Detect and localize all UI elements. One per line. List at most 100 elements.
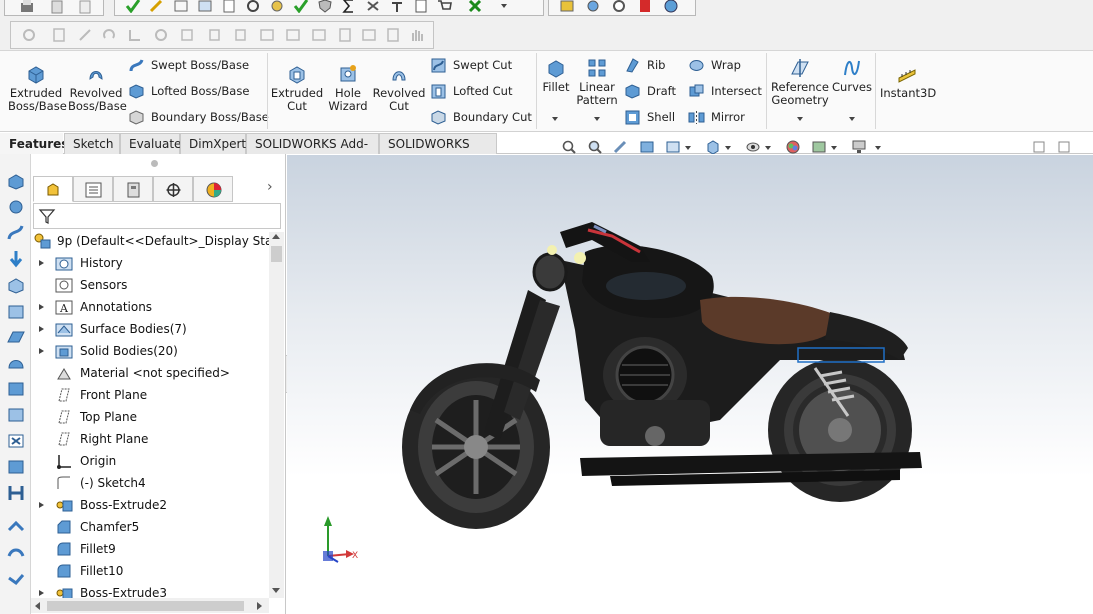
hole-shortcut-icon[interactable] [6,302,26,320]
tab-solidworks-mbd[interactable]: SOLIDWORKS MBD [379,133,497,171]
dynamic-annotation-icon[interactable] [665,140,681,154]
plane-shortcut-icon[interactable] [6,328,26,346]
rotate-icon[interactable] [101,28,117,42]
revolved-cut-button[interactable]: Revolved Cut [372,63,426,113]
scroll-up-arrow-icon[interactable] [272,234,280,239]
view-settings-icon[interactable] [851,140,867,154]
propertymanager-tab[interactable] [73,176,113,202]
apply-scene-icon[interactable] [811,140,827,154]
print-icon[interactable] [19,0,35,14]
hide-show-caret-icon[interactable] [765,146,771,150]
check-shield-icon[interactable] [293,0,309,13]
paint-icon[interactable] [585,0,601,13]
filter-icon[interactable] [38,208,56,225]
sketch-tool-icon[interactable] [173,0,189,13]
document-icon[interactable] [221,0,237,13]
move-icon[interactable] [77,28,93,42]
lofted-boss-base-button[interactable]: Lofted Boss/Base [128,82,249,100]
instant3d-button[interactable]: Instant3D [880,63,936,100]
wand-icon[interactable] [149,0,165,13]
expand-arrow-icon[interactable] [39,260,44,266]
wrap-button[interactable]: Wrap [688,56,741,74]
sweep-shortcut-icon[interactable] [6,224,26,242]
flex-shortcut-icon[interactable] [6,484,26,502]
group-icon[interactable] [311,28,327,42]
headlight[interactable] [532,252,568,292]
graphics-area[interactable]: X [287,155,1093,614]
cart-icon[interactable] [437,0,453,13]
revolved-boss-base-button[interactable]: Revolved Boss/Base [68,63,127,113]
dome-shortcut-icon[interactable] [6,354,26,372]
hide-icon[interactable] [285,28,301,42]
scroll-right-arrow-icon[interactable] [257,602,262,610]
view-settings-caret-icon[interactable] [875,146,881,150]
tree-icon[interactable] [127,28,143,42]
expand-arrow-icon[interactable] [39,590,44,596]
cut-shortcut-icon[interactable] [6,276,26,294]
fillet-button[interactable]: Fillet [538,57,574,94]
reference-geometry-button[interactable]: Reference Geometry [770,57,830,107]
reference-icon[interactable] [21,28,37,42]
apply-scene-caret-icon[interactable] [831,146,837,150]
view-orientation-caret-icon[interactable] [685,146,691,150]
flag-icon[interactable] [637,0,653,13]
mirror-button[interactable]: Mirror [688,108,745,126]
boundary-boss-base-button[interactable]: Boundary Boss/Base [128,108,269,126]
linear-pattern-button[interactable]: Linear Pattern [574,57,620,107]
section-view-icon[interactable] [639,140,655,154]
fillet-shortcut-icon[interactable] [6,380,26,398]
edit-appearance-icon[interactable] [785,140,801,154]
configurationmanager-tab[interactable] [113,176,153,202]
deform-shortcut-icon[interactable] [6,570,26,588]
motorcycle-model[interactable]: X [287,155,1093,614]
frame-icon[interactable] [259,28,275,42]
horizontal-scroll-thumb[interactable] [47,601,244,611]
tab-solidworks-add-ins[interactable]: SOLIDWORKS Add-Ins [246,133,379,171]
draft-button[interactable]: Draft [624,82,676,100]
panel-grip-icon[interactable] [151,160,158,167]
globe-icon[interactable] [663,0,679,13]
extrude-shortcut-icon[interactable] [6,172,26,190]
hand-icon[interactable] [409,28,425,42]
checkmark-icon[interactable] [125,0,141,13]
puzzle-icon[interactable] [559,0,575,13]
tab-evaluate[interactable]: Evaluate [120,133,181,154]
combine-shortcut-icon[interactable] [6,432,26,450]
dimxpertmanager-tab[interactable] [153,176,193,202]
split-shortcut-icon[interactable] [6,458,26,476]
tab-features[interactable]: Features [0,133,68,154]
library-icon[interactable] [361,28,377,42]
display-style-caret-icon[interactable] [725,146,731,150]
minimize-window-icon[interactable] [1058,141,1070,153]
scroll-left-arrow-icon[interactable] [35,602,40,610]
paste-icon[interactable] [233,28,249,42]
zoom-to-fit-icon[interactable] [561,140,577,154]
tree-vertical-scrollbar[interactable] [269,232,284,598]
sum-icon[interactable] [341,0,357,13]
shield-icon[interactable] [317,0,333,13]
measure-icon[interactable] [197,0,213,13]
linear-pattern-dropdown-caret-icon[interactable] [594,117,600,121]
report-icon[interactable] [413,0,429,13]
curves-button[interactable]: Curves [832,57,872,94]
displaymanager-tab[interactable] [193,176,233,202]
swept-cut-button[interactable]: Swept Cut [430,56,512,74]
expand-arrow-icon[interactable] [39,326,44,332]
lofted-cut-button[interactable]: Lofted Cut [430,82,512,100]
filter-bar[interactable] [33,203,281,229]
rib-button[interactable]: Rib [624,56,666,74]
shell-button[interactable]: Shell [624,108,675,126]
expand-arrow-icon[interactable] [39,348,44,354]
undo-icon[interactable] [49,0,65,14]
fillet-dropdown-caret-icon[interactable] [552,117,558,121]
copy-icon[interactable] [207,28,223,42]
cross-icon[interactable] [467,0,483,13]
revolve-shortcut-icon[interactable] [6,198,26,216]
display-style-icon[interactable] [705,140,721,154]
boundary-cut-button[interactable]: Boundary Cut [430,108,532,126]
loft-shortcut-icon[interactable] [6,250,26,268]
move-body-shortcut-icon[interactable] [6,518,26,536]
restore-window-icon[interactable] [1033,141,1045,153]
dropdown-caret-icon[interactable] [501,4,507,8]
gauge-icon[interactable] [611,0,627,13]
